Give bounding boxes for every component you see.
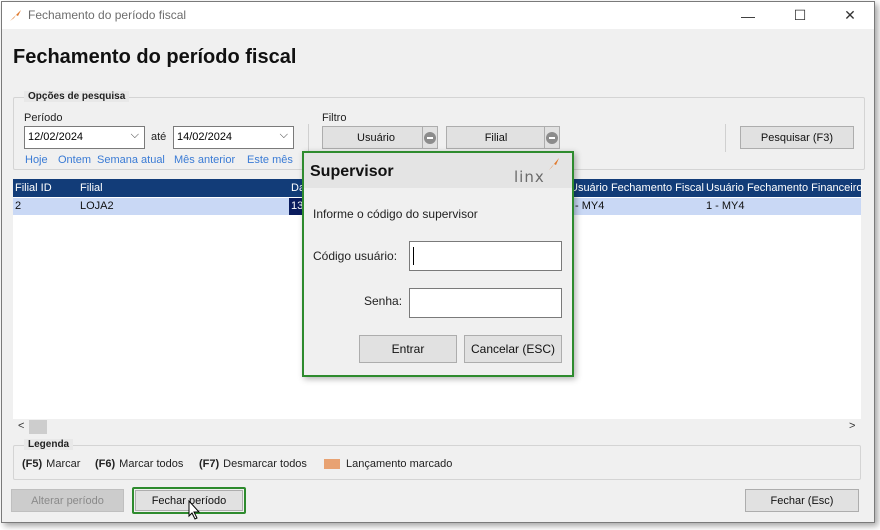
until-label: até <box>151 131 167 143</box>
column-header-financial-user[interactable]: Usuário Fechamento Financeiro <box>706 182 863 194</box>
user-code-label: Código usuário: <box>313 249 398 263</box>
user-filter-button[interactable]: Usuário <box>322 126 430 149</box>
cell-fiscal-user: - MY4 <box>575 200 605 212</box>
legend-key-f7: (F7) <box>199 458 220 470</box>
search-button[interactable]: Pesquisar (F3) <box>740 126 854 149</box>
close-window-button[interactable]: ✕ <box>827 2 873 29</box>
legend-item-unmark-all: (F7) Desmarcar todos <box>199 458 307 470</box>
scrollbar-thumb[interactable] <box>29 420 47 434</box>
minimize-button[interactable]: — <box>725 2 771 29</box>
close-button[interactable]: Fechar (Esc) <box>745 489 859 512</box>
maximize-icon: ☐ <box>793 7 807 23</box>
legend-key-f6: (F6) <box>95 458 116 470</box>
quick-link-yesterday[interactable]: Ontem <box>58 154 91 166</box>
alter-period-button[interactable]: Alterar período <box>11 489 124 512</box>
divider <box>308 124 309 152</box>
text-cursor <box>413 247 414 265</box>
horizontal-scrollbar[interactable]: < > <box>13 419 861 435</box>
page-title: Fechamento do período fiscal <box>13 46 297 68</box>
legend-group: Legenda (F5) Marcar (F6) Marcar todos (F7)… <box>13 439 861 480</box>
user-code-input[interactable] <box>409 241 562 271</box>
column-header-fiscal-user[interactable]: Usuário Fechamento Fiscal <box>570 182 704 194</box>
dialog-header: Supervisor linx <box>304 153 572 188</box>
cell-filial-id: 2 <box>15 200 22 212</box>
linx-logo-icon <box>549 158 559 170</box>
clear-user-filter-button[interactable] <box>422 126 438 149</box>
date-to-input[interactable]: 14/02/2024 ⌵ <box>173 126 294 149</box>
legend-title: Legenda <box>24 439 74 450</box>
chevron-down-icon[interactable]: ⌵ <box>131 129 139 142</box>
enter-button[interactable]: Entrar <box>359 335 457 363</box>
cell-filial: LOJA2 <box>80 200 114 212</box>
dialog-message: Informe o código do supervisor <box>313 207 478 221</box>
mouse-pointer-icon <box>188 500 201 520</box>
legend-key-f5: (F5) <box>22 458 43 470</box>
legend-item-mark-all: (F6) Marcar todos <box>95 458 183 470</box>
quick-link-today[interactable]: Hoje <box>25 154 48 166</box>
supervisor-dialog: Supervisor linx Informe o código do supe… <box>302 151 574 377</box>
branch-filter-button[interactable]: Filial <box>446 126 546 149</box>
maximize-button[interactable]: ☐ <box>777 2 823 29</box>
period-label: Período <box>24 112 63 124</box>
scroll-right-icon[interactable]: > <box>849 420 855 432</box>
quick-link-current-week[interactable]: Semana atual <box>97 154 165 166</box>
legend-label-unmark-all: Desmarcar todos <box>223 458 307 470</box>
chevron-down-icon[interactable]: ⌵ <box>280 129 288 142</box>
quick-link-this-month[interactable]: Este mês <box>247 154 293 166</box>
linx-arrow-icon <box>10 10 21 21</box>
date-from-input[interactable]: 12/02/2024 ⌵ <box>24 126 145 149</box>
minus-circle-icon <box>424 131 436 144</box>
legend-item-mark: (F5) Marcar <box>22 458 80 470</box>
marked-entry-swatch <box>324 459 340 469</box>
column-header-filial-id[interactable]: Filial ID <box>15 182 52 194</box>
main-window: Fechamento do período fiscal — ☐ ✕ Fecha… <box>1 1 875 523</box>
legend-label-mark-all: Marcar todos <box>119 458 184 470</box>
close-icon: ✕ <box>844 7 856 23</box>
linx-logo: linx <box>514 168 545 186</box>
minus-circle-icon <box>546 131 558 144</box>
password-input[interactable] <box>409 288 562 318</box>
divider <box>725 124 726 152</box>
filter-label: Filtro <box>322 112 347 124</box>
dialog-title: Supervisor <box>310 163 394 180</box>
legend-marked-label: Lançamento marcado <box>346 458 453 470</box>
window-title: Fechamento do período fiscal <box>28 8 187 22</box>
cancel-button[interactable]: Cancelar (ESC) <box>464 335 562 363</box>
cell-financial-user: 1 - MY4 <box>706 200 745 212</box>
quick-link-previous-month[interactable]: Mês anterior <box>174 154 235 166</box>
clear-branch-filter-button[interactable] <box>544 126 560 149</box>
password-label: Senha: <box>364 294 403 308</box>
minimize-icon: — <box>741 7 755 24</box>
scroll-left-icon[interactable]: < <box>18 420 24 432</box>
search-options-legend: Opções de pesquisa <box>24 91 130 102</box>
column-header-filial[interactable]: Filial <box>80 182 103 194</box>
title-bar: Fechamento do período fiscal — ☐ ✕ <box>2 2 874 29</box>
date-to-value: 14/02/2024 <box>177 131 233 143</box>
legend-label-mark: Marcar <box>46 458 81 470</box>
date-from-value: 12/02/2024 <box>28 131 84 143</box>
